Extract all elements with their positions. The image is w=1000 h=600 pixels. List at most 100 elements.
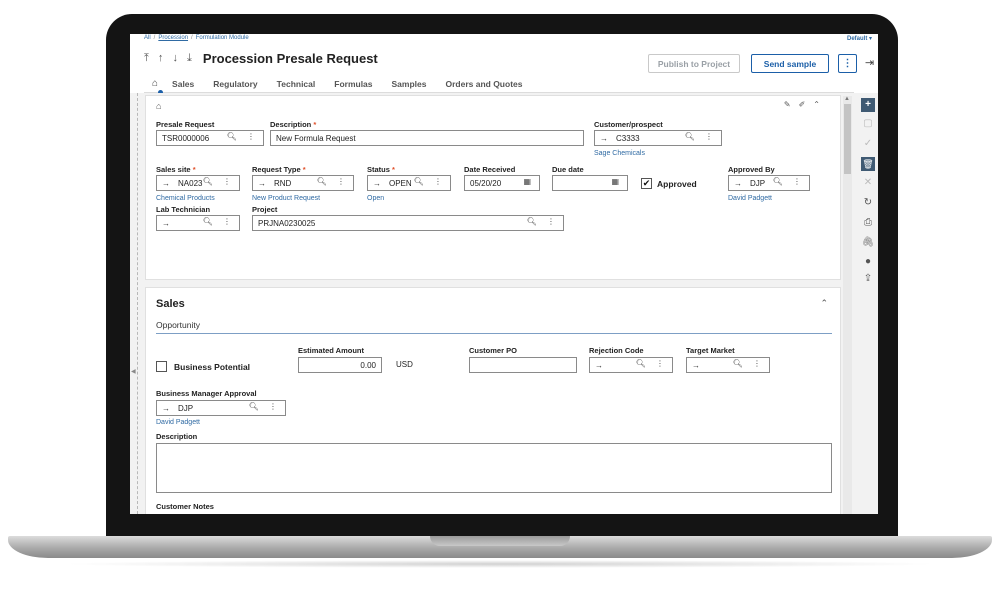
lookup-icon[interactable]: 🔍︎ ⋮ (733, 359, 765, 368)
bm-approval-field[interactable]: → DJP 🔍︎ ⋮ (156, 400, 286, 416)
lookup-icon[interactable]: 🔍︎ ⋮ (527, 217, 559, 226)
business-potential-label: Business Potential (174, 362, 251, 372)
tab-regulatory[interactable]: Regulatory (213, 79, 257, 89)
status-link[interactable]: Open (367, 195, 384, 202)
rejection-code-field[interactable]: → 🔍︎ ⋮ (589, 357, 673, 373)
lab-technician-label: Lab Technician (156, 205, 211, 214)
collapse-section-icon[interactable]: ⌃ (820, 298, 828, 309)
bm-approval-link[interactable]: David Padgett (156, 419, 200, 426)
arrow-icon: → (600, 133, 608, 143)
attachment-icon[interactable]: 🖇︎ (861, 236, 875, 250)
request-type-link[interactable]: New Product Request (252, 195, 320, 202)
calendar-icon[interactable]: ▦ (611, 177, 623, 186)
tab-orders-and-quotes[interactable]: Orders and Quotes (445, 79, 522, 89)
due-date-field[interactable]: ▦ (552, 175, 628, 191)
edit-icon[interactable]: ✐ (799, 100, 814, 109)
tab-formulas[interactable]: Formulas (334, 79, 372, 89)
breadcrumb-procession[interactable]: Procession (158, 35, 188, 41)
arrow-icon: → (595, 360, 603, 370)
laptop-shadow (60, 560, 940, 568)
check-icon[interactable]: ✓ (861, 137, 875, 151)
approved-by-link[interactable]: David Padgett (728, 195, 772, 202)
customer-po-field[interactable] (469, 357, 577, 373)
lab-technician-field[interactable]: → 🔍︎ ⋮ (156, 215, 240, 231)
subsection-title-opportunity: Opportunity (156, 320, 200, 330)
approved-by-label: Approved By (728, 165, 775, 174)
lookup-icon[interactable]: 🔍︎ ⋮ (227, 132, 259, 141)
lookup-icon[interactable]: 🔍︎ ⋮ (203, 217, 235, 226)
project-label: Project (252, 205, 278, 214)
customer-notes-label: Customer Notes (156, 502, 214, 511)
exit-icon[interactable]: ⇥ (865, 56, 874, 69)
currency-label: USD (396, 360, 413, 369)
scrollbar-thumb[interactable] (844, 104, 851, 174)
arrow-icon: → (162, 178, 170, 188)
presale-request-field[interactable]: TSR0000006 🔍︎ ⋮ (156, 130, 264, 146)
approved-label: Approved (657, 179, 697, 189)
target-market-label: Target Market (686, 346, 735, 355)
scroll-up-icon[interactable]: ▲ (844, 96, 850, 102)
tab-sales[interactable]: Sales (172, 79, 194, 89)
sales-site-field[interactable]: → NA023 🔍︎ ⋮ (156, 175, 240, 191)
lookup-icon[interactable]: 🔍︎ ⋮ (773, 177, 805, 186)
comment-icon[interactable]: ● (861, 255, 875, 269)
date-received-field[interactable]: 05/20/20 ▦ (464, 175, 540, 191)
project-value: PRJNA0230025 (258, 218, 316, 228)
print-icon[interactable]: ⎙ (861, 216, 875, 230)
publish-to-project-button[interactable]: Publish to Project (648, 54, 740, 73)
share-icon[interactable]: ⇪ (861, 272, 875, 286)
lookup-icon[interactable]: 🔍︎ ⋮ (636, 359, 668, 368)
title-bar: ⤒ ↑ ↓ ⤓ Procession Presale Request (144, 51, 378, 66)
header-card: ⌂ ✎✐⌃ Presale Request TSR0000006 🔍︎ ⋮ Des… (145, 95, 841, 280)
lookup-icon[interactable]: 🔍︎ ⋮ (414, 177, 446, 186)
copy-icon[interactable]: ▢ (861, 117, 875, 131)
customer-value: C3333 (616, 133, 640, 143)
section-title-sales: Sales (156, 298, 185, 310)
send-sample-button[interactable]: Send sample (751, 54, 829, 73)
delete-icon[interactable]: 🗑︎ (861, 157, 875, 171)
sales-site-label: Sales site * (156, 165, 196, 174)
description-field[interactable]: New Formula Request (270, 130, 584, 146)
cancel-icon[interactable]: ✕ (861, 176, 875, 190)
vertical-scrollbar[interactable]: ▲ (843, 96, 852, 514)
estimated-amount-field[interactable]: 0.00 (298, 357, 382, 373)
tab-bar: ⌂ Sales Regulatory Technical Formulas Sa… (152, 78, 541, 89)
record-nav-arrows[interactable]: ⤒ ↑ ↓ ⤓ (144, 52, 195, 65)
default-view-selector[interactable]: Default ▾ (847, 35, 872, 42)
breadcrumb-formulation-module[interactable]: Formulation Module (196, 35, 249, 41)
project-field[interactable]: PRJNA0230025 🔍︎ ⋮ (252, 215, 564, 231)
approved-checkbox[interactable]: ✔ (641, 178, 652, 189)
customer-field[interactable]: → C3333 🔍︎ ⋮ (594, 130, 722, 146)
description-textarea[interactable] (156, 443, 832, 493)
tab-samples[interactable]: Samples (392, 79, 427, 89)
page-title: Procession Presale Request (202, 51, 378, 66)
customer-label: Customer/prospect (594, 120, 663, 129)
target-market-field[interactable]: → 🔍︎ ⋮ (686, 357, 770, 373)
pin-icon[interactable]: ✎ (784, 100, 799, 109)
bm-approval-value: DJP (178, 403, 194, 413)
status-field[interactable]: → OPEN 🔍︎ ⋮ (367, 175, 451, 191)
sales-site-link[interactable]: Chemical Products (156, 195, 215, 202)
estimated-amount-value: 0.00 (360, 360, 376, 370)
home-icon[interactable]: ⌂ (152, 78, 158, 89)
calendar-icon[interactable]: ▦ (523, 177, 535, 186)
request-type-field[interactable]: → RND 🔍︎ ⋮ (252, 175, 354, 191)
add-icon[interactable]: + (861, 98, 875, 112)
lookup-icon[interactable]: 🔍︎ ⋮ (317, 177, 349, 186)
collapse-left-icon[interactable]: ◀ (131, 368, 136, 375)
lookup-icon[interactable]: 🔍︎ ⋮ (249, 402, 281, 411)
description-label: Description * (270, 120, 317, 129)
customer-link[interactable]: Sage Chemicals (594, 150, 645, 157)
more-actions-button[interactable]: ⋮ (838, 54, 857, 73)
refresh-icon[interactable]: ↻ (861, 196, 875, 210)
bm-approval-label: Business Manager Approval (156, 389, 257, 398)
tab-technical[interactable]: Technical (277, 79, 316, 89)
lookup-icon[interactable]: 🔍︎ ⋮ (685, 132, 717, 141)
date-received-value: 05/20/20 (470, 178, 502, 188)
due-date-label: Due date (552, 165, 584, 174)
collapse-icon[interactable]: ⌃ (813, 100, 828, 109)
approved-by-field[interactable]: → DJP 🔍︎ ⋮ (728, 175, 810, 191)
breadcrumb-all[interactable]: All (144, 35, 151, 41)
lookup-icon[interactable]: 🔍︎ ⋮ (203, 177, 235, 186)
business-potential-checkbox[interactable] (156, 361, 167, 372)
